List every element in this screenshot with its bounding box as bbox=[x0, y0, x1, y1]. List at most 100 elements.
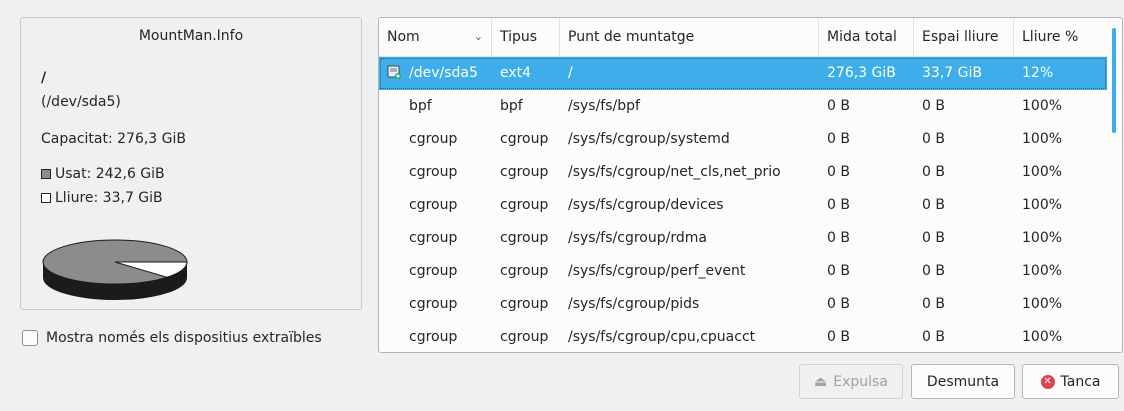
table-body: /dev/sda5 ext4 / 276,3 GiB 33,7 GiB 12% … bbox=[379, 57, 1107, 352]
cell-free: 0 B bbox=[922, 230, 945, 246]
eject-label: Expulsa bbox=[833, 373, 888, 390]
cell-type: cgroup bbox=[500, 197, 549, 213]
cell-pct: 100% bbox=[1022, 131, 1063, 147]
cell-free: 0 B bbox=[922, 263, 945, 279]
table-row[interactable]: cgroup cgroup /sys/fs/cgroup/perf_event … bbox=[379, 255, 1107, 288]
cell-size: 0 B bbox=[827, 329, 850, 345]
usage-pie-chart bbox=[42, 239, 188, 300]
chevron-down-icon: ⌄ bbox=[473, 30, 483, 43]
mount-table[interactable]: Nom ⌄ Tipus Punt de muntatge Mida total … bbox=[378, 17, 1123, 353]
legend-used-label: Usat: 242,6 GiB bbox=[55, 166, 165, 182]
removable-only-option[interactable]: Mostra només els dispositius extraïbles bbox=[22, 330, 322, 346]
cell-mount: /sys/fs/cgroup/net_cls,net_prio bbox=[568, 164, 781, 180]
cell-name: /dev/sda5 bbox=[379, 57, 492, 90]
removable-only-label[interactable]: Mostra només els dispositius extraïbles bbox=[46, 330, 322, 346]
cell-pct: 100% bbox=[1022, 230, 1063, 246]
cell-free: 0 B bbox=[922, 296, 945, 312]
cell-type: cgroup bbox=[500, 329, 549, 345]
column-header-pct-label: Lliure % bbox=[1022, 29, 1079, 45]
info-device: (/dev/sda5) bbox=[41, 94, 121, 110]
info-mount-point: / bbox=[41, 70, 47, 86]
cell-mount: / bbox=[568, 65, 573, 81]
removable-only-checkbox[interactable] bbox=[22, 330, 38, 346]
column-header-type[interactable]: Tipus bbox=[492, 18, 560, 56]
eject-button[interactable]: ⏏ Expulsa bbox=[799, 364, 903, 399]
cell-name: cgroup bbox=[409, 164, 458, 180]
cell-type: cgroup bbox=[500, 230, 549, 246]
legend-used: Usat: 242,6 GiB bbox=[41, 166, 165, 182]
cell-pct: 100% bbox=[1022, 197, 1063, 213]
cell-free: 0 B bbox=[922, 131, 945, 147]
free-swatch-icon bbox=[41, 193, 51, 203]
column-header-name-label: Nom bbox=[387, 29, 420, 45]
cell-pct: 100% bbox=[1022, 296, 1063, 312]
cell-free: 33,7 GiB bbox=[922, 65, 982, 81]
close-button[interactable]: ✕ Tanca bbox=[1022, 364, 1119, 399]
cell-mount: /sys/fs/cgroup/systemd bbox=[568, 131, 730, 147]
table-row[interactable]: cgroup cgroup /sys/fs/cgroup/rdma 0 B 0 … bbox=[379, 222, 1107, 255]
column-header-total-size[interactable]: Mida total bbox=[819, 18, 914, 56]
column-header-mount-point[interactable]: Punt de muntatge bbox=[560, 18, 819, 56]
table-row[interactable]: /dev/sda5 ext4 / 276,3 GiB 33,7 GiB 12% bbox=[379, 57, 1107, 90]
cell-mount: /sys/fs/cgroup/perf_event bbox=[568, 263, 746, 279]
cell-type: bpf bbox=[500, 98, 523, 114]
cell-name: cgroup bbox=[409, 197, 458, 213]
table-row[interactable]: cgroup cgroup /sys/fs/cgroup/systemd 0 B… bbox=[379, 123, 1107, 156]
cell-pct: 100% bbox=[1022, 263, 1063, 279]
table-row[interactable]: cgroup cgroup /sys/fs/cgroup/net_cls,net… bbox=[379, 156, 1107, 189]
cell-mount: /sys/fs/cgroup/pids bbox=[568, 296, 700, 312]
table-scrollbar[interactable] bbox=[1106, 18, 1122, 352]
used-swatch-icon bbox=[41, 169, 51, 179]
column-header-free-space[interactable]: Espai lliure bbox=[914, 18, 1014, 56]
cell-size: 0 B bbox=[827, 98, 850, 114]
column-header-type-label: Tipus bbox=[500, 29, 538, 45]
disk-mounted-icon bbox=[387, 59, 401, 79]
close-icon: ✕ bbox=[1040, 374, 1055, 389]
cell-pct: 12% bbox=[1022, 65, 1054, 81]
cell-size: 0 B bbox=[827, 164, 850, 180]
cell-free: 0 B bbox=[922, 98, 945, 114]
cell-name: cgroup bbox=[409, 263, 458, 279]
eject-icon: ⏏ bbox=[814, 373, 828, 390]
cell-mount: /sys/fs/cgroup/devices bbox=[568, 197, 724, 213]
scrollbar-thumb[interactable] bbox=[1112, 28, 1116, 133]
mountman-info-panel: MountMan.Info / (/dev/sda5) Capacitat: 2… bbox=[20, 17, 362, 310]
cell-mount: /sys/fs/cgroup/rdma bbox=[568, 230, 707, 246]
row-name: /dev/sda5 bbox=[409, 65, 478, 81]
table-row[interactable]: cgroup cgroup /sys/fs/cgroup/pids 0 B 0 … bbox=[379, 288, 1107, 321]
cell-type: cgroup bbox=[500, 296, 549, 312]
column-header-size-label: Mida total bbox=[827, 29, 897, 45]
cell-name: cgroup bbox=[409, 230, 458, 246]
cell-size: 0 B bbox=[827, 131, 850, 147]
info-title: MountMan.Info bbox=[138, 28, 244, 44]
table-row[interactable]: cgroup cgroup /sys/fs/cgroup/devices 0 B… bbox=[379, 189, 1107, 222]
cell-size: 276,3 GiB bbox=[827, 65, 896, 81]
cell-pct: 100% bbox=[1022, 98, 1063, 114]
cell-name: cgroup bbox=[409, 329, 458, 345]
cell-size: 0 B bbox=[827, 263, 850, 279]
unmount-label: Desmunta bbox=[926, 373, 1000, 390]
cell-type: cgroup bbox=[500, 164, 549, 180]
cell-free: 0 B bbox=[922, 197, 945, 213]
cell-name: cgroup bbox=[409, 296, 458, 312]
cell-free: 0 B bbox=[922, 329, 945, 345]
unmount-button[interactable]: Desmunta bbox=[911, 364, 1015, 399]
cell-free: 0 B bbox=[922, 164, 945, 180]
cell-mount: /sys/fs/bpf bbox=[568, 98, 640, 114]
cell-name: cgroup bbox=[409, 131, 458, 147]
cell-type: cgroup bbox=[500, 131, 549, 147]
table-row[interactable]: bpf bpf /sys/fs/bpf 0 B 0 B 100% bbox=[379, 90, 1107, 123]
cell-size: 0 B bbox=[827, 197, 850, 213]
close-label: Tanca bbox=[1060, 373, 1101, 390]
cell-pct: 100% bbox=[1022, 329, 1063, 345]
table-header: Nom ⌄ Tipus Punt de muntatge Mida total … bbox=[379, 18, 1107, 57]
column-header-mount-label: Punt de muntatge bbox=[568, 29, 695, 45]
column-header-free-percent[interactable]: Lliure % bbox=[1014, 18, 1107, 56]
column-header-name[interactable]: Nom ⌄ bbox=[379, 18, 492, 56]
table-row[interactable]: cgroup cgroup /sys/fs/cgroup/cpu,cpuacct… bbox=[379, 321, 1107, 352]
column-header-free-label: Espai lliure bbox=[922, 29, 999, 45]
cell-mount: /sys/fs/cgroup/cpu,cpuacct bbox=[568, 329, 756, 345]
cell-size: 0 B bbox=[827, 230, 850, 246]
legend-free-label: Lliure: 33,7 GiB bbox=[55, 190, 163, 206]
cell-type: cgroup bbox=[500, 263, 549, 279]
